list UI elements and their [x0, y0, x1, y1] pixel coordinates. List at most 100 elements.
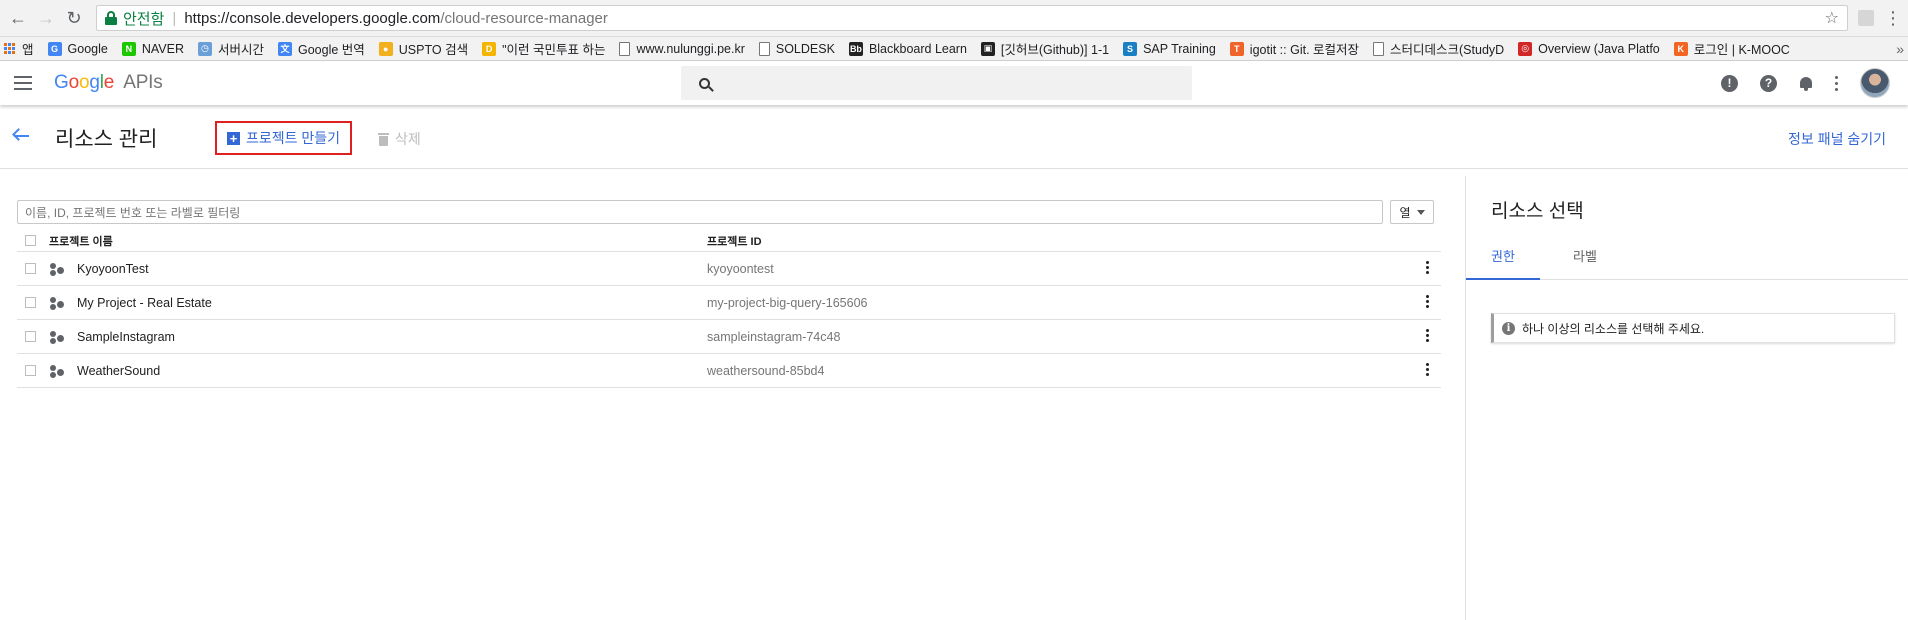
bookmark-label: "이런 국민투표 하는	[502, 43, 606, 57]
hide-info-panel-link[interactable]: 정보 패널 숨기기	[1788, 129, 1886, 149]
row-menu-icon[interactable]	[1426, 295, 1429, 308]
panel-title: 리소스 선택	[1491, 201, 1584, 222]
bookmark-item[interactable]: SOLDESK	[758, 41, 835, 56]
back-nav-icon[interactable]: ←	[6, 6, 30, 30]
project-name[interactable]: SampleInstagram	[77, 330, 175, 344]
apps-grid-icon	[4, 42, 16, 55]
bookmark-label: Blackboard Learn	[868, 41, 967, 56]
project-id: kyoyoontest	[707, 261, 774, 276]
bookmark-label: [깃허브(Github)] 1-1	[1000, 43, 1110, 57]
columns-label: 열	[1399, 205, 1411, 220]
omnibox-actions: ☆	[1825, 8, 1839, 28]
google-apis-logo[interactable]: Google APIs	[54, 72, 163, 94]
delete-button[interactable]: 삭제	[378, 129, 421, 149]
bookmark-item[interactable]: ● USPTO 검색	[378, 39, 468, 58]
header-actions: ! ?	[1721, 68, 1890, 98]
feedback-icon[interactable]: !	[1721, 74, 1738, 92]
bookmark-item[interactable]: ◎ Overview (Java Platfo	[1518, 41, 1660, 56]
bookmark-label: Overview (Java Platfo	[1538, 41, 1660, 56]
row-menu-icon[interactable]	[1426, 329, 1429, 342]
bookmark-label: 스터디데스크(StudyD	[1390, 43, 1505, 57]
browser-menu-icon[interactable]: ⋮	[1884, 8, 1902, 29]
page-icon	[619, 41, 631, 56]
bookmark-label: Google	[67, 41, 108, 56]
row-checkbox[interactable]	[25, 263, 36, 274]
back-arrow-icon[interactable]	[12, 127, 30, 145]
create-project-label: 프로젝트 만들기	[246, 130, 341, 146]
bookmark-item[interactable]: K 로그인 | K-MOOC	[1673, 39, 1790, 58]
notifications-bell-icon[interactable]	[1799, 76, 1813, 91]
bookmark-item[interactable]: G Google	[47, 41, 108, 56]
panel-tabs: 권한 라벨	[1466, 246, 1908, 280]
info-message-box: i 하나 이상의 리소스를 선택해 주세요.	[1491, 313, 1895, 343]
table-row[interactable]: SampleInstagram sampleinstagram-74c48	[17, 320, 1441, 354]
favicon-icon: 文	[277, 41, 292, 56]
bookmark-label: 서버시간	[217, 43, 264, 57]
url-field[interactable]: 안전함 | https://console.developers.google.…	[96, 5, 1848, 31]
extension-icon[interactable]	[1858, 10, 1874, 26]
bookmark-label: 앱	[22, 43, 34, 57]
bookmark-label: igotit :: Git. 로컬저장	[1249, 43, 1360, 57]
bookmark-item[interactable]: D "이런 국민투표 하는	[482, 39, 605, 58]
search-input[interactable]	[681, 66, 1192, 100]
help-icon[interactable]: ?	[1760, 74, 1777, 92]
info-message: 하나 이상의 리소스를 선택해 주세요.	[1522, 321, 1705, 336]
browser-address-bar: ← → ↻ 안전함 | https://console.developers.g…	[0, 0, 1908, 37]
table-header: 프로젝트 이름 프로젝트 ID	[17, 230, 1441, 252]
bookmark-label: SAP Training	[1143, 41, 1216, 56]
bookmark-item[interactable]: www.nulunggi.pe.kr	[619, 41, 745, 56]
secure-label: 안전함	[123, 10, 165, 28]
more-options-icon[interactable]	[1835, 75, 1838, 91]
more-bookmarks-icon[interactable]: »	[1896, 41, 1904, 57]
favicon-icon: N	[121, 41, 136, 56]
reload-icon[interactable]: ↻	[62, 6, 86, 30]
row-menu-icon[interactable]	[1426, 261, 1429, 274]
table-row[interactable]: WeatherSound weathersound-85bd4	[17, 354, 1441, 388]
table-row[interactable]: My Project - Real Estate my-project-big-q…	[17, 286, 1441, 320]
menu-icon[interactable]	[14, 76, 32, 90]
tab-permissions[interactable]: 권한	[1466, 246, 1540, 280]
project-name[interactable]: WeatherSound	[77, 364, 160, 378]
page-icon	[758, 41, 770, 56]
bookmark-item[interactable]: ▣ [깃허브(Github)] 1-1	[980, 39, 1110, 58]
search-icon	[699, 77, 710, 89]
row-menu-icon[interactable]	[1426, 363, 1429, 376]
select-all-checkbox[interactable]	[25, 235, 36, 246]
header-project-id[interactable]: 프로젝트 ID	[707, 233, 762, 249]
columns-button[interactable]: 열	[1390, 200, 1434, 224]
page-toolbar: 리소스 관리 + 프로젝트 만들기 삭제 정보 패널 숨기기	[0, 105, 1908, 169]
filter-placeholder: 이름, ID, 프로젝트 번호 또는 라벨로 필터링	[25, 205, 241, 220]
create-project-button[interactable]: + 프로젝트 만들기	[215, 121, 353, 155]
info-icon: i	[1502, 321, 1515, 335]
project-name[interactable]: My Project - Real Estate	[77, 296, 212, 310]
bookmark-item[interactable]: Tigotit :: Git. 로컬저장	[1229, 39, 1360, 58]
header-project-name[interactable]: 프로젝트 이름	[49, 233, 113, 249]
project-id: weathersound-85bd4	[707, 363, 825, 378]
bookmark-label: SOLDESK	[775, 41, 835, 56]
filter-input[interactable]: 이름, ID, 프로젝트 번호 또는 라벨로 필터링	[17, 200, 1383, 224]
bookmarks-bar: 앱 G Google N NAVER ◷ 서버시간 文 Google 번역 ● USPTO 검색 D "…	[0, 37, 1908, 61]
table-row[interactable]: KyoyoonTest kyoyoontest	[17, 252, 1441, 286]
project-id: my-project-big-query-165606	[707, 295, 868, 310]
bookmark-item[interactable]: 文 Google 번역	[277, 39, 365, 58]
avatar[interactable]	[1860, 68, 1890, 98]
row-checkbox[interactable]	[25, 331, 36, 342]
forward-nav-icon[interactable]: →	[34, 6, 58, 30]
tab-labels[interactable]: 라벨	[1540, 246, 1630, 280]
bookmark-item[interactable]: Bb Blackboard Learn	[848, 41, 967, 56]
main-content: 이름, ID, 프로젝트 번호 또는 라벨로 필터링 열 프로젝트 이름 프로젝…	[0, 176, 1908, 620]
project-icon	[50, 365, 64, 378]
project-name[interactable]: KyoyoonTest	[77, 262, 149, 276]
project-icon	[50, 297, 64, 310]
bookmark-item[interactable]: 스터디데스크(StudyD	[1373, 39, 1504, 58]
bookmark-item[interactable]: N NAVER	[121, 41, 184, 56]
bookmark-star-icon[interactable]: ☆	[1825, 8, 1839, 28]
row-checkbox[interactable]	[25, 365, 36, 376]
bookmark-label: Google 번역	[297, 43, 365, 57]
bookmark-item[interactable]: S SAP Training	[1123, 41, 1216, 56]
bookmark-apps[interactable]: 앱	[4, 39, 34, 58]
delete-label: 삭제	[395, 131, 421, 147]
row-checkbox[interactable]	[25, 297, 36, 308]
bookmark-item[interactable]: ◷ 서버시간	[197, 39, 264, 58]
project-list-area: 이름, ID, 프로젝트 번호 또는 라벨로 필터링 열 프로젝트 이름 프로젝…	[0, 176, 1466, 620]
